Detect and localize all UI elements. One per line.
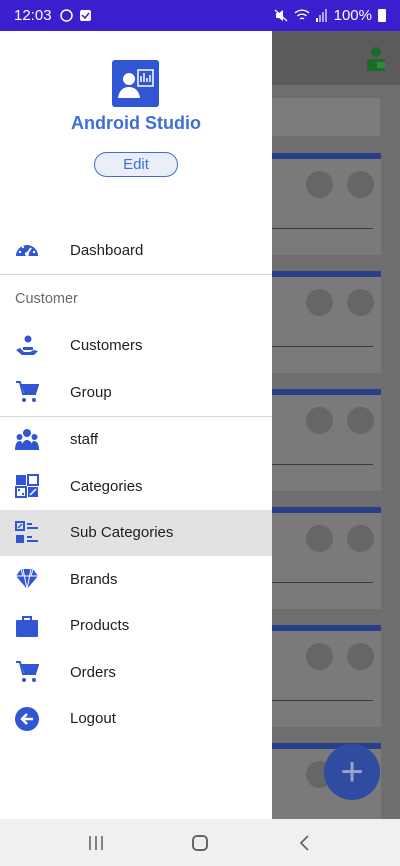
app-name: Android Studio	[71, 113, 201, 133]
drawer-item-label: Group	[70, 383, 112, 401]
worker-icon	[367, 47, 385, 71]
recent-apps-icon[interactable]	[88, 836, 104, 850]
briefcase-icon	[16, 615, 38, 637]
drawer-item-label: Products	[70, 617, 130, 635]
customer-hand-icon	[16, 335, 38, 355]
drawer-item-brands[interactable]: Brands	[0, 556, 272, 603]
mute-icon	[274, 9, 288, 22]
home-icon[interactable]	[192, 835, 208, 851]
drawer-item-label: staff	[70, 431, 99, 449]
bg-card	[272, 507, 381, 609]
drawer-item-products[interactable]: Products	[0, 603, 272, 650]
drawer-item-label: Dashboard	[70, 241, 144, 259]
drawer-item-label: Sub Categories	[70, 524, 174, 542]
app-logo-icon	[112, 60, 159, 107]
edit-button[interactable]: Edit	[94, 152, 178, 177]
navigation-drawer: Android Studio Edit Dashboard Customer C…	[0, 31, 272, 819]
drawer-item-logout[interactable]: Logout	[0, 696, 272, 743]
bg-card	[272, 389, 381, 491]
cart-icon	[16, 381, 39, 403]
speedometer-icon	[16, 245, 38, 257]
bg-search-field	[272, 98, 380, 136]
drawer-item-sub-categories[interactable]: Sub Categories	[0, 509, 272, 556]
drawer-item-label: Orders	[70, 663, 116, 681]
bg-card	[272, 271, 381, 373]
drawer-item-categories[interactable]: Categories	[0, 463, 272, 510]
drawer-item-orders[interactable]: Orders	[0, 649, 272, 696]
logout-arrow-icon	[15, 706, 39, 731]
section-header-customer: Customer	[15, 290, 78, 307]
battery-icon	[378, 9, 386, 22]
battery-percent: 100%	[333, 7, 372, 24]
people-group-icon	[15, 428, 39, 450]
whatsapp-icon	[59, 9, 73, 22]
system-nav-bar	[0, 819, 400, 866]
drawer-item-customers[interactable]: Customers	[0, 323, 272, 370]
drawer-item-label: Logout	[70, 710, 116, 728]
status-time: 12:03	[14, 7, 52, 24]
drawer-item-staff[interactable]: staff	[0, 417, 272, 464]
bg-card	[272, 625, 381, 727]
diamond-icon	[16, 569, 38, 590]
drawer-item-label: Categories	[70, 477, 143, 495]
drawer-item-label: Customers	[70, 337, 143, 355]
sub-categories-icon	[15, 520, 38, 543]
drawer-item-label: Brands	[70, 570, 118, 588]
status-bar: 12:03 100%	[0, 0, 400, 31]
signal-icon	[315, 9, 327, 22]
drawer-item-dashboard[interactable]: Dashboard	[0, 227, 272, 274]
bg-app-bar	[272, 31, 400, 85]
drawer-item-group[interactable]: Group	[0, 369, 272, 416]
categories-grid-icon	[15, 474, 39, 499]
cart-icon	[16, 661, 39, 683]
add-fab-button[interactable]: +	[324, 744, 380, 800]
back-icon[interactable]	[298, 835, 310, 851]
wifi-icon	[294, 9, 310, 20]
bg-card	[272, 153, 381, 255]
drawer-header: Android Studio Edit	[0, 31, 272, 227]
notification-icon	[79, 10, 91, 21]
background-app[interactable]: +	[272, 31, 400, 819]
